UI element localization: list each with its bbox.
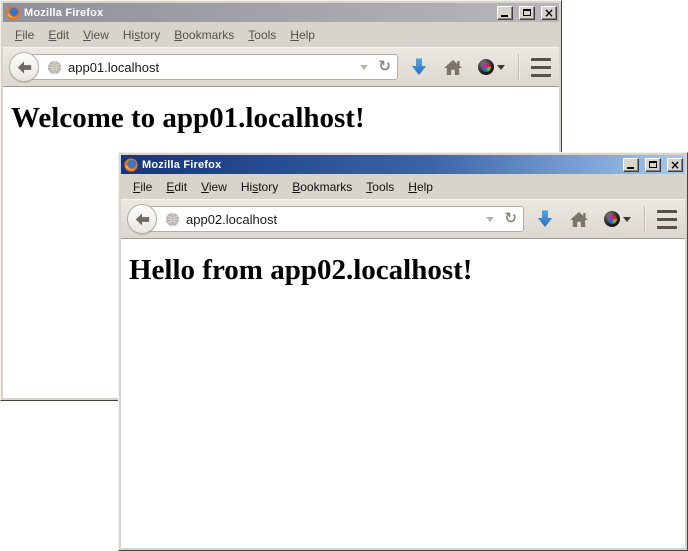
toolbar-separator	[644, 206, 645, 232]
menu-item-bookmarks[interactable]: Bookmarks	[285, 178, 359, 196]
menu-item-help[interactable]: Help	[283, 26, 322, 44]
window-title: Mozilla Firefox	[142, 159, 617, 171]
maximize-button[interactable]	[519, 6, 535, 20]
minimize-button[interactable]	[497, 6, 513, 20]
download-icon	[537, 210, 553, 228]
menu-item-history[interactable]: History	[234, 178, 285, 196]
download-button[interactable]	[411, 58, 427, 76]
menu-item-bookmarks[interactable]: Bookmarks	[167, 26, 241, 44]
back-button[interactable]	[127, 204, 157, 234]
menu-item-view[interactable]: View	[76, 26, 116, 44]
menu-item-tools[interactable]: Tools	[241, 26, 283, 44]
menu-bar: File Edit View History Bookmarks Tools H…	[3, 22, 559, 47]
url-input[interactable]	[186, 212, 482, 227]
menu-item-edit[interactable]: Edit	[41, 26, 76, 44]
globe-icon[interactable]	[165, 212, 180, 227]
urlbar-dropdown-icon[interactable]	[360, 65, 368, 74]
menu-item-file[interactable]: File	[126, 178, 159, 196]
page-heading: Welcome to app01.localhost!	[3, 102, 559, 135]
urlbar-dropdown-icon[interactable]	[486, 217, 494, 226]
maximize-button[interactable]	[645, 158, 661, 172]
home-button[interactable]	[570, 212, 588, 227]
globe-icon[interactable]	[47, 60, 62, 75]
home-icon	[444, 60, 462, 75]
reload-icon[interactable]: ↻	[378, 59, 391, 74]
close-button[interactable]: ×	[667, 158, 683, 172]
back-button[interactable]	[9, 52, 39, 82]
back-arrow-icon	[135, 213, 150, 226]
addon-button[interactable]	[604, 211, 631, 227]
title-bar[interactable]: Mozilla Firefox ×	[3, 3, 559, 22]
close-icon: ×	[670, 160, 680, 170]
close-icon: ×	[544, 8, 554, 18]
menu-bar: File Edit View History Bookmarks Tools H…	[121, 174, 685, 199]
hamburger-menu-icon[interactable]	[657, 210, 677, 229]
menu-item-tools[interactable]: Tools	[359, 178, 401, 196]
title-bar[interactable]: Mozilla Firefox ×	[121, 155, 685, 174]
menu-item-history[interactable]: History	[116, 26, 167, 44]
navigation-toolbar: ↻	[3, 47, 559, 87]
color-wheel-icon	[478, 59, 494, 75]
menu-item-edit[interactable]: Edit	[159, 178, 194, 196]
home-icon	[570, 212, 588, 227]
browser-window-app02: Mozilla Firefox × File Edit View History…	[118, 152, 688, 551]
menu-item-view[interactable]: View	[194, 178, 234, 196]
resize-grip[interactable]	[681, 544, 683, 546]
navigation-toolbar: ↻	[121, 199, 685, 239]
home-button[interactable]	[444, 60, 462, 75]
color-wheel-icon	[604, 211, 620, 227]
url-bar[interactable]: ↻	[142, 206, 524, 232]
addon-caret-icon	[623, 217, 631, 226]
page-heading: Hello from app02.localhost!	[121, 254, 685, 287]
url-input[interactable]	[68, 60, 356, 75]
firefox-icon	[124, 158, 138, 172]
menu-item-file[interactable]: File	[8, 26, 41, 44]
minimize-button[interactable]	[623, 158, 639, 172]
menu-item-help[interactable]: Help	[401, 178, 440, 196]
hamburger-menu-icon[interactable]	[531, 58, 551, 77]
download-icon	[411, 58, 427, 76]
toolbar-separator	[518, 54, 519, 80]
reload-icon[interactable]: ↻	[504, 211, 517, 226]
window-title: Mozilla Firefox	[24, 7, 491, 19]
close-button[interactable]: ×	[541, 6, 557, 20]
firefox-icon	[6, 6, 20, 20]
addon-caret-icon	[497, 65, 505, 74]
addon-button[interactable]	[478, 59, 505, 75]
download-button[interactable]	[537, 210, 553, 228]
back-arrow-icon	[17, 61, 32, 74]
page-content: Hello from app02.localhost!	[121, 239, 685, 548]
url-bar[interactable]: ↻	[24, 54, 398, 80]
